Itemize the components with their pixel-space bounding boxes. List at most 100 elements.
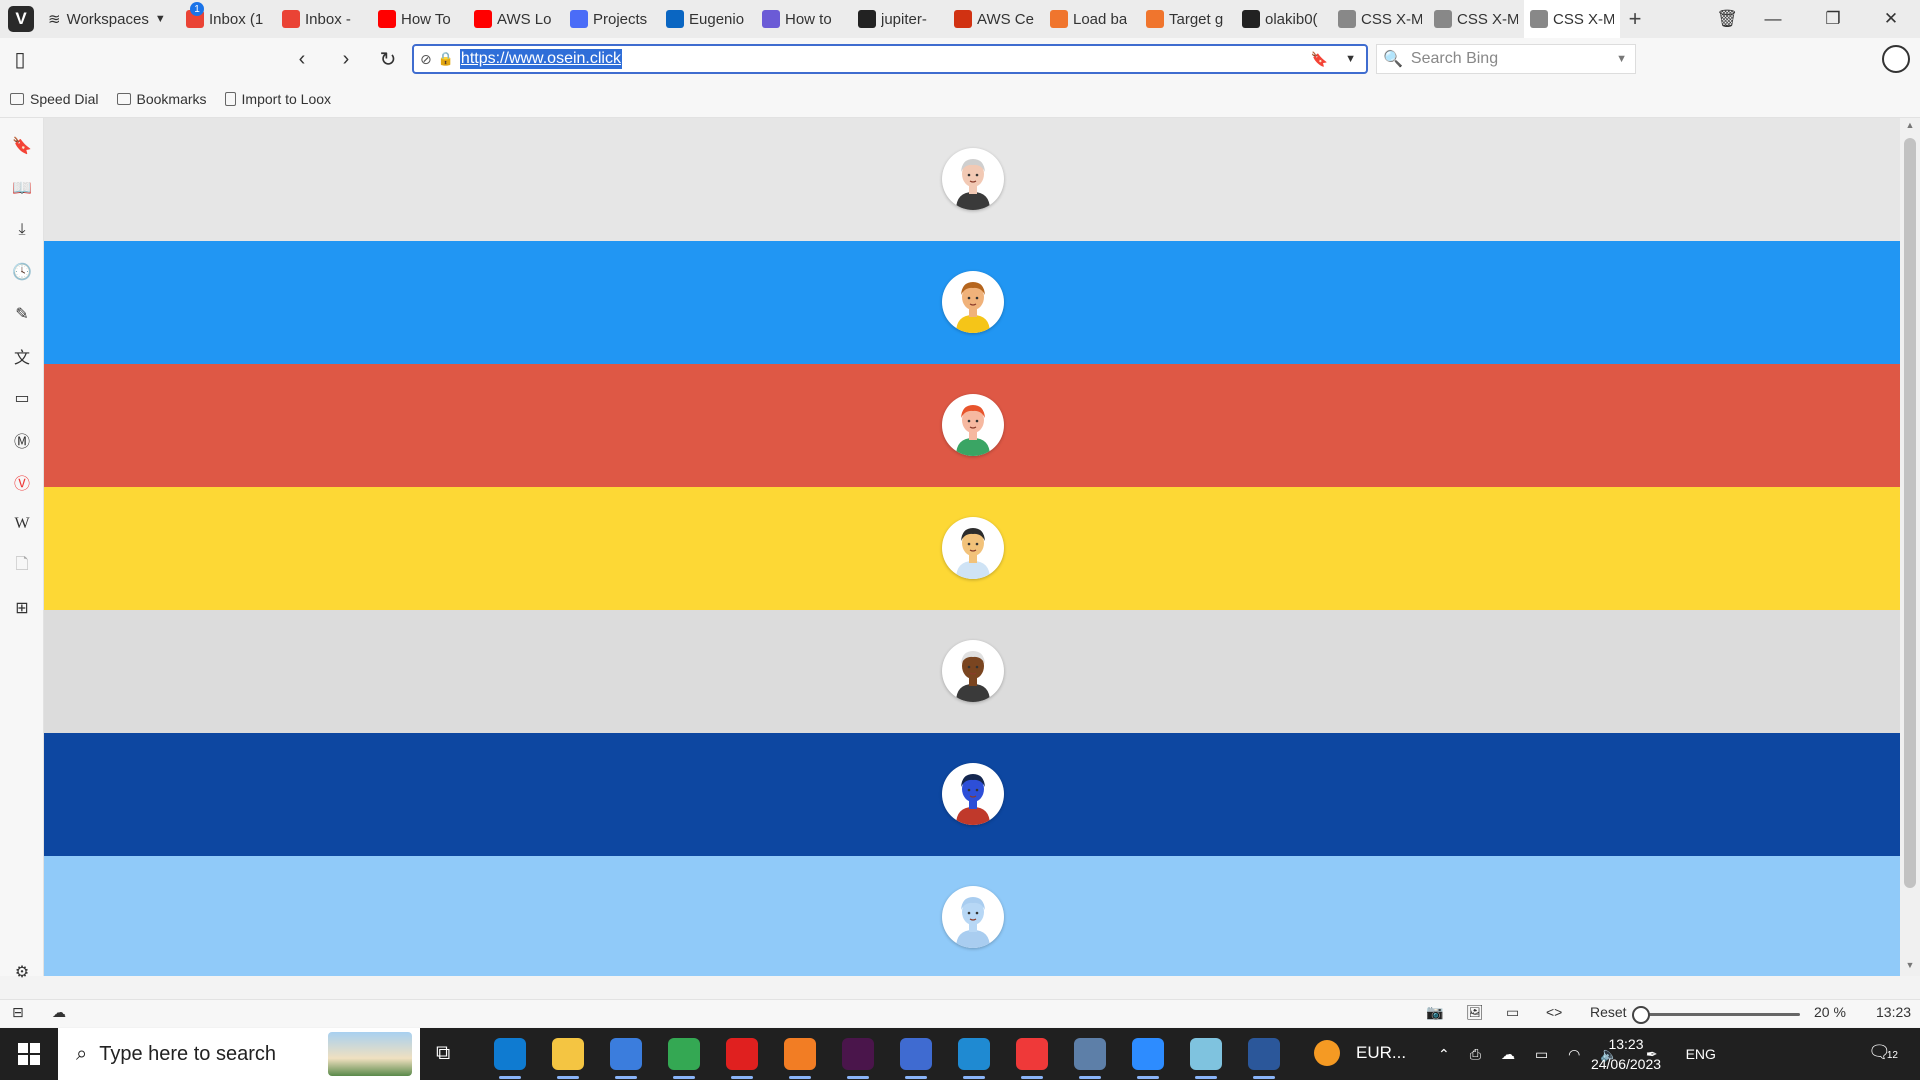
opera-icon[interactable] bbox=[726, 1038, 758, 1070]
browser-tab[interactable]: 1 Inbox (1 bbox=[180, 0, 276, 38]
zoom-slider[interactable] bbox=[1632, 1006, 1800, 1024]
browser-tab[interactable]: olakib0( bbox=[1236, 0, 1332, 38]
taskbar-search-box[interactable]: ⌕ Type here to search bbox=[58, 1028, 420, 1080]
onedrive-icon[interactable]: ☁ bbox=[1501, 1046, 1515, 1063]
notepad-icon[interactable] bbox=[1190, 1038, 1222, 1070]
avatar[interactable] bbox=[942, 394, 1004, 456]
browser-tab[interactable]: CSS X-M bbox=[1332, 0, 1428, 38]
back-button[interactable]: ‹ bbox=[288, 46, 316, 72]
browser-tab[interactable]: CSS X-M bbox=[1524, 0, 1620, 38]
zoom-icon[interactable] bbox=[1132, 1038, 1164, 1070]
safari-icon[interactable] bbox=[1074, 1038, 1106, 1070]
bookmark-page-icon[interactable]: 🔖 bbox=[1311, 51, 1328, 68]
translate-icon[interactable]: 文 bbox=[10, 344, 34, 368]
image-toggle-icon[interactable]: 🖼 bbox=[1466, 1004, 1484, 1021]
store-icon[interactable] bbox=[610, 1038, 642, 1070]
avatar[interactable] bbox=[942, 640, 1004, 702]
zoom-reset-button[interactable]: Reset bbox=[1590, 1004, 1627, 1020]
browser-tab[interactable]: Projects bbox=[564, 0, 660, 38]
weather-icon[interactable] bbox=[1314, 1040, 1340, 1066]
close-window-button[interactable]: ✕ bbox=[1868, 0, 1914, 38]
scroll-up-icon[interactable]: ▲ bbox=[1904, 120, 1916, 130]
browser-tab[interactable]: Inbox - bbox=[276, 0, 372, 38]
taskbar-clock[interactable]: 13:23 24/06/2023 bbox=[1578, 1034, 1674, 1074]
sync-cloud-icon[interactable]: ☁ bbox=[52, 1004, 66, 1021]
avatar[interactable] bbox=[942, 148, 1004, 210]
page-actions-icon[interactable]: <> bbox=[1546, 1004, 1562, 1020]
network-icon[interactable] bbox=[900, 1038, 932, 1070]
file-explorer-icon[interactable] bbox=[552, 1038, 584, 1070]
tab-title: Eugenio bbox=[689, 10, 745, 28]
vivaldi-panel-icon[interactable]: Ⓥ bbox=[10, 470, 34, 494]
avatar[interactable] bbox=[942, 763, 1004, 825]
meet-now-icon[interactable]: ⎙ bbox=[1470, 1046, 1481, 1063]
browser-tab[interactable]: How To bbox=[372, 0, 468, 38]
downloads-icon[interactable]: ⤓ bbox=[10, 218, 34, 242]
chrome-icon[interactable] bbox=[668, 1038, 700, 1070]
browser-tab[interactable]: How to bbox=[756, 0, 852, 38]
edge-icon[interactable] bbox=[494, 1038, 526, 1070]
vertical-scrollbar[interactable]: ▲ ▼ bbox=[1900, 118, 1920, 976]
language-indicator[interactable]: ENG bbox=[1686, 1046, 1716, 1062]
reading-list-icon[interactable]: 📖 bbox=[10, 176, 34, 200]
panel-toggle-status-icon[interactable]: ⊟ bbox=[12, 1004, 24, 1021]
browser-tab[interactable]: Load ba bbox=[1044, 0, 1140, 38]
search-engine-dropdown-icon[interactable]: ▼ bbox=[1616, 53, 1627, 65]
start-button[interactable] bbox=[0, 1028, 58, 1080]
browser-tab[interactable]: Eugenio bbox=[660, 0, 756, 38]
vscode-icon[interactable] bbox=[958, 1038, 990, 1070]
forward-button[interactable]: › bbox=[332, 46, 360, 72]
add-panel-icon[interactable]: ⊞ bbox=[10, 596, 34, 620]
workspaces-button[interactable]: ≋ Workspaces ▼ bbox=[42, 10, 180, 29]
vivaldi-icon[interactable] bbox=[1016, 1038, 1048, 1070]
bookmarks-panel-icon[interactable]: 🔖 bbox=[10, 134, 34, 158]
restore-button[interactable]: ❐ bbox=[1810, 0, 1856, 38]
history-icon[interactable]: 🕓 bbox=[10, 260, 34, 284]
panel-toggle-icon[interactable]: ▯ bbox=[6, 46, 34, 72]
url-text[interactable]: https://www.osein.click bbox=[459, 49, 622, 69]
browser-tab[interactable]: CSS X-M bbox=[1428, 0, 1524, 38]
avatar[interactable] bbox=[942, 886, 1004, 948]
browser-tab[interactable]: AWS Lo bbox=[468, 0, 564, 38]
settings-gear-icon[interactable]: ⚙ bbox=[10, 960, 34, 984]
site-settings-icon[interactable]: ⊘ bbox=[420, 51, 432, 68]
search-field[interactable]: 🔍 Search Bing ▼ bbox=[1376, 44, 1636, 74]
bookmark-speed-dial[interactable]: Speed Dial bbox=[10, 91, 99, 107]
scroll-thumb[interactable] bbox=[1904, 138, 1916, 888]
url-dropdown-icon[interactable]: ▼ bbox=[1345, 53, 1356, 65]
weather-label[interactable]: EUR... bbox=[1356, 1043, 1406, 1063]
bookmark-import[interactable]: Import to Loox bbox=[224, 91, 331, 107]
word-icon[interactable] bbox=[1248, 1038, 1280, 1070]
reload-button[interactable]: ↻ bbox=[374, 46, 402, 72]
page-content bbox=[44, 118, 1900, 976]
firefox-icon[interactable] bbox=[784, 1038, 816, 1070]
new-tab-button[interactable]: + bbox=[1620, 6, 1650, 32]
zoom-slider-knob[interactable] bbox=[1632, 1006, 1650, 1024]
notification-center-icon[interactable]: 🗨12 bbox=[1868, 1042, 1898, 1063]
avatar[interactable] bbox=[942, 271, 1004, 333]
battery-icon[interactable]: ▭ bbox=[1535, 1046, 1548, 1063]
vivaldi-menu-button[interactable]: V bbox=[8, 6, 34, 32]
url-field[interactable]: ⊘ 🔒 https://www.osein.click 🔖 ▼ bbox=[412, 44, 1368, 74]
notes-icon[interactable]: ✎ bbox=[10, 302, 34, 326]
notification-count: 12 bbox=[1886, 1050, 1898, 1061]
lock-icon[interactable]: 🔒 bbox=[438, 51, 454, 67]
page-panel-icon[interactable]: 🗋 bbox=[10, 554, 34, 578]
page-tiling-icon[interactable]: ▭ bbox=[1506, 1004, 1519, 1021]
browser-tab[interactable]: jupiter- bbox=[852, 0, 948, 38]
browser-tab[interactable]: Target g bbox=[1140, 0, 1236, 38]
bookmark-bookmarks-folder[interactable]: Bookmarks bbox=[116, 91, 207, 107]
minimize-button[interactable]: — bbox=[1750, 0, 1796, 38]
trash-icon[interactable]: 🗑 bbox=[1704, 0, 1750, 38]
scroll-down-icon[interactable]: ▼ bbox=[1904, 960, 1916, 970]
mastodon-icon[interactable]: Ⓜ bbox=[10, 428, 34, 452]
browser-tab[interactable]: AWS Ce bbox=[948, 0, 1044, 38]
profile-avatar-icon[interactable] bbox=[1882, 45, 1910, 73]
task-view-icon[interactable]: ⧉ bbox=[436, 1042, 450, 1065]
avatar[interactable] bbox=[942, 517, 1004, 579]
chevron-up-icon[interactable]: ⌃ bbox=[1438, 1046, 1450, 1063]
capture-camera-icon[interactable]: 📷 bbox=[1426, 1004, 1443, 1021]
window-panel-icon[interactable]: ▭ bbox=[10, 386, 34, 410]
slack-icon[interactable] bbox=[842, 1038, 874, 1070]
wikipedia-icon[interactable]: W bbox=[10, 512, 34, 536]
